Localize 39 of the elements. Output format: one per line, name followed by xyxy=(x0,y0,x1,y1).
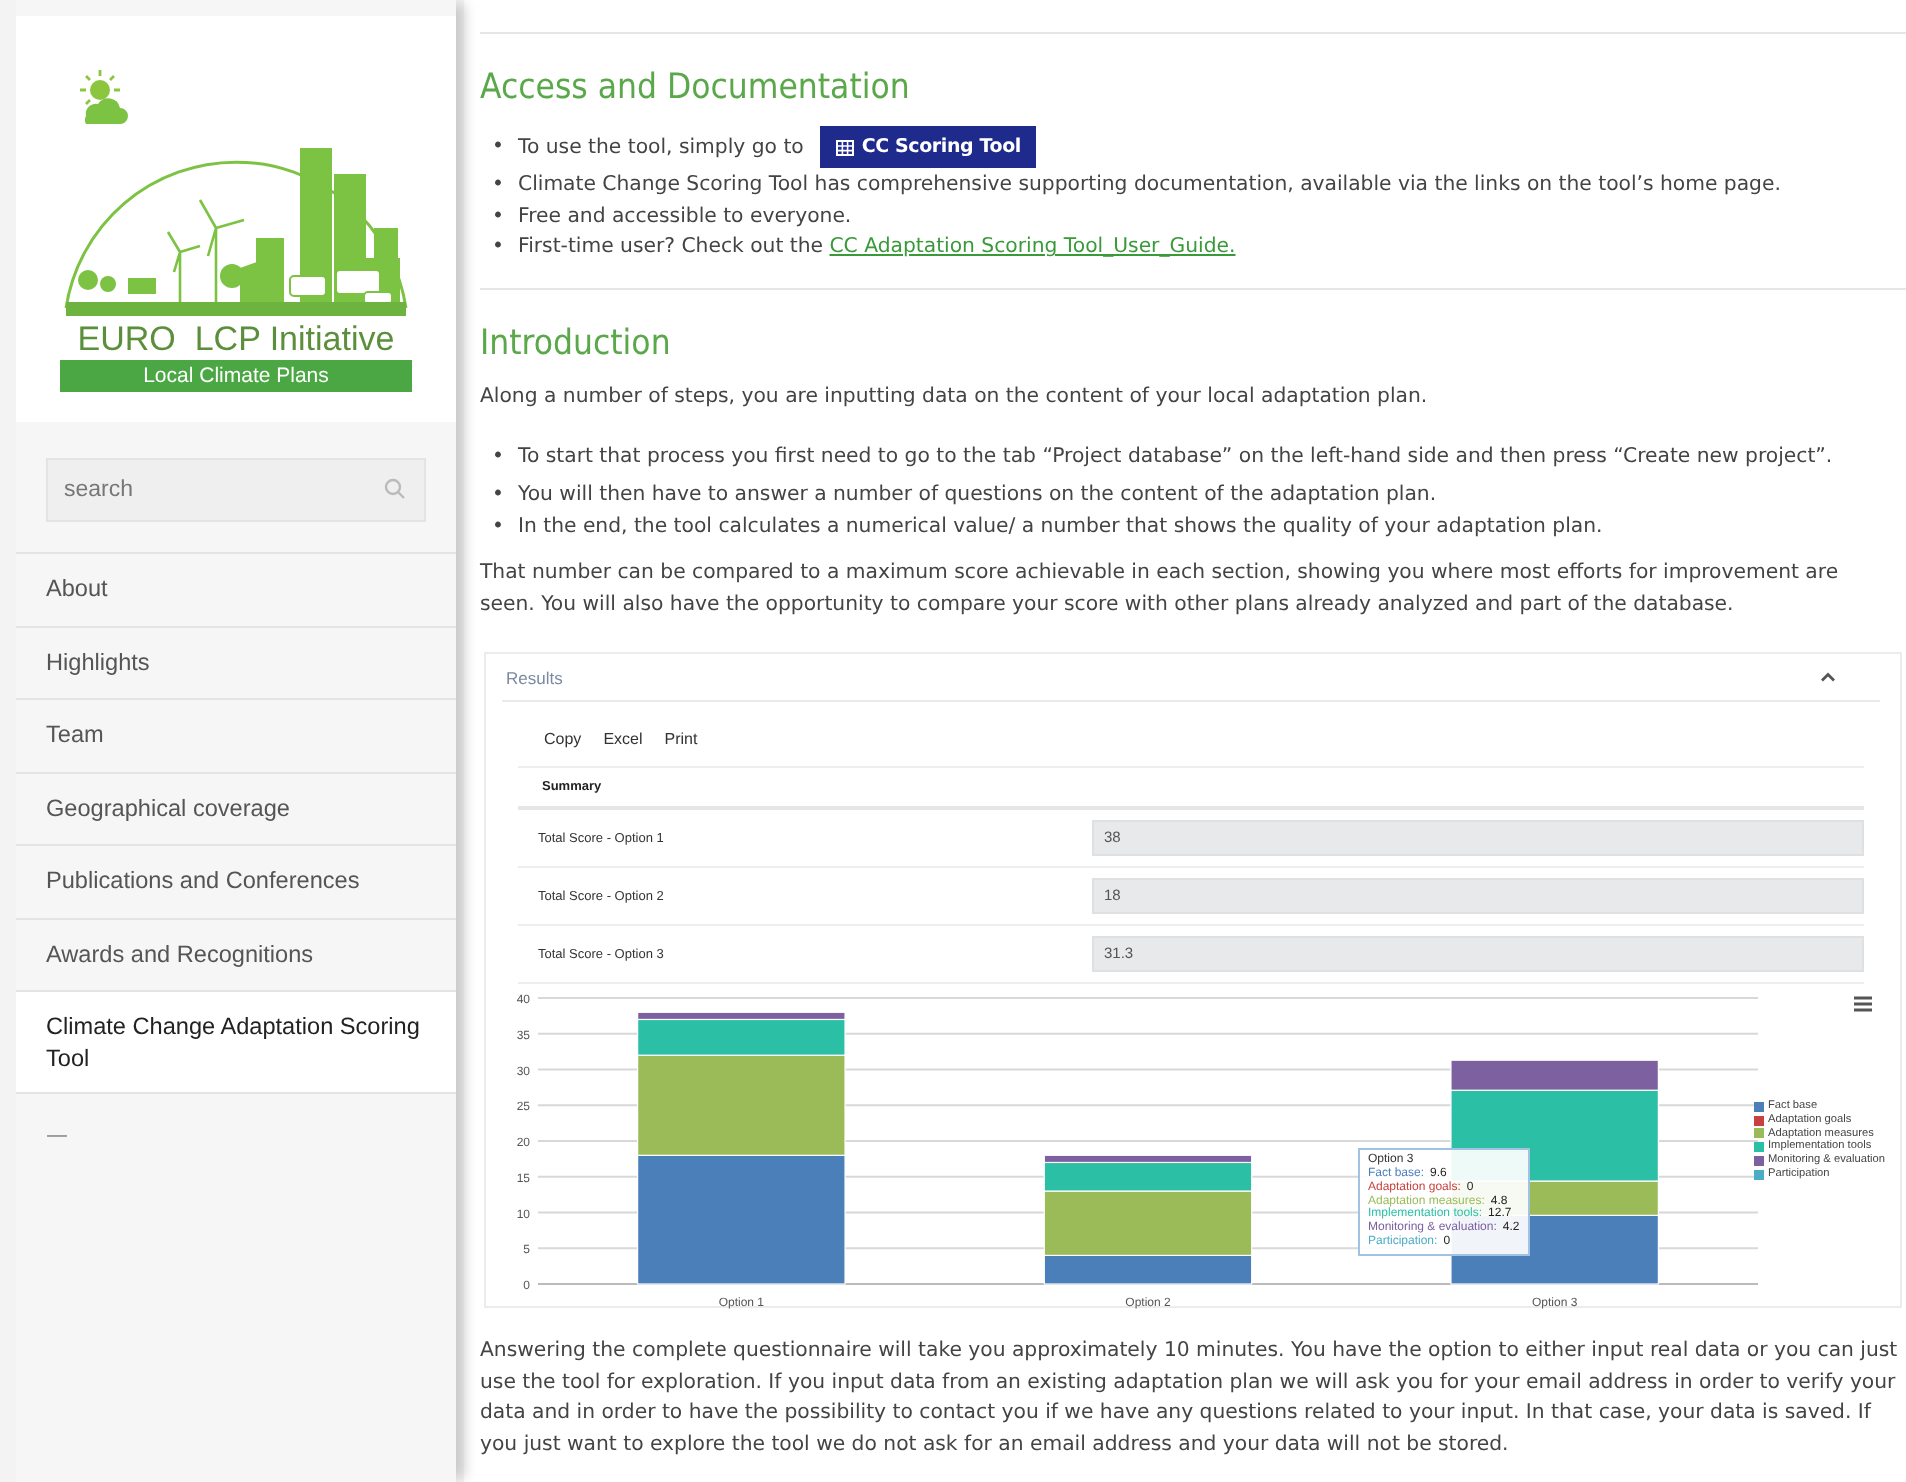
search-field[interactable]: search xyxy=(46,458,426,522)
table-icon xyxy=(835,139,854,155)
section-heading: Introduction xyxy=(480,321,673,366)
bullet-text: First-time user? Check out the xyxy=(518,236,826,259)
export-button[interactable]: Print xyxy=(664,730,698,767)
sidebar-item[interactable]: Climate Change Adaptation Scoring Tool xyxy=(16,992,456,1094)
user-guide-link[interactable]: CC Adaptation Scoring Tool_User_Guide. xyxy=(829,236,1236,259)
bullet-marker: • xyxy=(492,172,506,201)
bullet-text: Climate Change Scoring Tool has comprehensive supporting documentation, available via the links on the tool’s home page. xyxy=(518,174,1781,197)
paragraph: That number can be compared to a maximum score achievable in each section, showing you where most efforts for improvement are seen. You will also have the opportunity to compare your score with other plans already analyzed and part of the database. xyxy=(480,560,1841,620)
bullet-marker: • xyxy=(492,513,506,542)
bullet-marker: • xyxy=(492,444,506,473)
export-button[interactable]: Excel xyxy=(603,730,643,767)
bullet-text: To start that process you first need to go to the tab “Project database” on the left-hand side and then press “Create new project”. xyxy=(518,446,1833,469)
bullet-marker: • xyxy=(492,234,506,263)
panel-title: Results xyxy=(506,667,563,688)
logo-subtitle: Local Climate Plans xyxy=(60,360,412,392)
export-button[interactable]: Copy xyxy=(544,730,582,767)
section-heading: Access and Documentation xyxy=(480,66,912,110)
sidebar-item[interactable]: About xyxy=(16,554,456,627)
bullet-text: You will then have to answer a number of questions on the content of the adaptation plan. xyxy=(518,484,1437,507)
sidebar-item[interactable]: Publications and Conferences xyxy=(16,846,456,919)
sidebar-item[interactable]: Geographical coverage xyxy=(16,773,456,846)
paragraph: Along a number of steps, you are inputting data on the content of your local adaptation plan. xyxy=(480,383,1430,412)
paragraph: Answering the complete questionnaire will take you approximately 10 minutes. You have the option to either input real data or you can just use the tool for exploration. If you input data from an existing adaptation plan we will ask you for your email address in order to verify your data and in order to have the possibility to contact you if we have any questions related to your input. In that case, your data is saved. If you just want to explore the tool we do not ask for an email address and your data will not be stored. xyxy=(480,1338,1900,1460)
bullet-marker: • xyxy=(492,203,506,232)
menu-icon[interactable] xyxy=(1854,996,1872,1013)
bullet-text: To use the tool, simply go to xyxy=(518,136,804,159)
chevron-up-icon[interactable] xyxy=(1820,672,1836,683)
sidebar-item[interactable]: Highlights xyxy=(16,627,456,700)
sidebar-item[interactable]: Team xyxy=(16,700,456,773)
bullet-text: In the end, the tool calculates a numerical value/ a number that shows the quality of your adaptation plan. xyxy=(518,515,1603,538)
search-icon xyxy=(384,478,406,500)
scoring-tool-button[interactable]: CC Scoring Tool xyxy=(819,126,1037,168)
bullet-text: Free and accessible to everyone. xyxy=(518,205,852,228)
bullet-marker: • xyxy=(492,482,506,511)
logo-title: EURO LCP Initiative xyxy=(77,320,395,358)
bullet-marker: • xyxy=(492,134,506,163)
dash-mark: — xyxy=(44,1120,70,1152)
